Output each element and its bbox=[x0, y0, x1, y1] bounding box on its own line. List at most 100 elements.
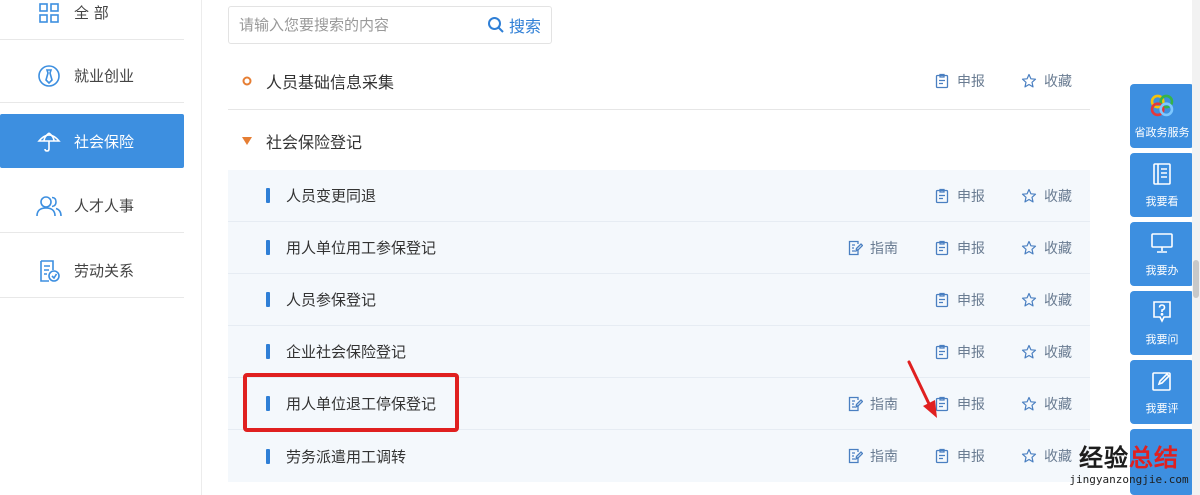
list-item[interactable]: 用人单位用工参保登记 指南 申报 收藏 bbox=[228, 222, 1090, 274]
row-actions: 指南 申报 收藏 bbox=[811, 430, 1072, 482]
sidebar-item-label: 全 部 bbox=[74, 4, 109, 22]
declare-label: 申报 bbox=[957, 344, 985, 361]
favorite-button[interactable]: 收藏 bbox=[1021, 290, 1072, 310]
favorite-button[interactable]: 收藏 bbox=[1021, 238, 1072, 258]
watermark-text-a: 经验 bbox=[1079, 444, 1129, 472]
declare-button[interactable]: 申报 bbox=[934, 342, 985, 362]
search-button[interactable]: 搜索 bbox=[487, 13, 551, 37]
scrollbar-thumb[interactable] bbox=[1193, 260, 1199, 298]
favorite-button[interactable]: 收藏 bbox=[1021, 71, 1072, 91]
search-icon bbox=[487, 16, 509, 34]
umbrella-icon bbox=[36, 128, 62, 154]
category-row[interactable]: 人员基础信息采集 申报 收藏 bbox=[228, 52, 1090, 110]
edit-icon bbox=[1149, 368, 1175, 394]
monitor-icon bbox=[1149, 230, 1175, 256]
panel-label: 省政务服务 bbox=[1134, 126, 1190, 139]
list-item[interactable]: 用人单位退工停保登记 指南 申报 收藏 bbox=[228, 378, 1090, 430]
evaluate-button[interactable]: 我要评 bbox=[1130, 360, 1194, 424]
item-title: 劳务派遣用工调转 bbox=[286, 447, 407, 466]
guide-button[interactable]: 指南 bbox=[847, 394, 898, 414]
item-bullet-bar bbox=[266, 240, 270, 255]
declare-button[interactable]: 申报 bbox=[934, 394, 985, 414]
clipboard-icon bbox=[935, 292, 949, 307]
item-title: 企业社会保险登记 bbox=[286, 343, 407, 361]
favorite-label: 收藏 bbox=[1044, 292, 1072, 309]
watermark-text-b: 总结 bbox=[1129, 444, 1179, 472]
row-actions: 申报 收藏 bbox=[898, 274, 1072, 325]
sidebar-item-all[interactable]: 全 部 bbox=[0, 0, 184, 40]
list-item[interactable]: 企业社会保险登记 申报 收藏 bbox=[228, 326, 1090, 378]
sidebar-item-social-insurance[interactable]: 社会保险 bbox=[0, 114, 184, 168]
category-row-expanded[interactable]: 社会保险登记 bbox=[228, 112, 1090, 170]
question-icon bbox=[1149, 299, 1175, 325]
favorite-button[interactable]: 收藏 bbox=[1021, 342, 1072, 362]
guide-label: 指南 bbox=[870, 396, 898, 413]
favorite-label: 收藏 bbox=[1044, 73, 1072, 90]
panel-label: 我要问 bbox=[1145, 333, 1179, 346]
favorite-button[interactable]: 收藏 bbox=[1021, 186, 1072, 206]
provincial-service-button[interactable]: 省政务服务 bbox=[1130, 84, 1194, 148]
guide-icon bbox=[848, 240, 863, 255]
declare-label: 申报 bbox=[957, 292, 985, 309]
panel-label: 我要办 bbox=[1145, 264, 1179, 277]
declare-button[interactable]: 申报 bbox=[934, 186, 985, 206]
view-button[interactable]: 我要看 bbox=[1130, 153, 1194, 217]
sidebar-item-label: 就业创业 bbox=[74, 67, 135, 85]
declare-button[interactable]: 申报 bbox=[934, 290, 985, 310]
watermark-title: 经验总结 bbox=[1062, 438, 1196, 473]
sidebar-item-talent[interactable]: 人才人事 bbox=[0, 179, 184, 233]
row-actions: 指南 申报 收藏 bbox=[811, 222, 1072, 273]
guide-button[interactable]: 指南 bbox=[847, 238, 898, 258]
declare-label: 申报 bbox=[957, 449, 985, 465]
declare-button[interactable]: 申报 bbox=[934, 238, 985, 258]
sidebar-item-label: 人才人事 bbox=[74, 197, 135, 215]
item-bullet-bar bbox=[266, 292, 270, 307]
declare-label: 申报 bbox=[957, 396, 985, 413]
declare-label: 申报 bbox=[957, 240, 985, 257]
panel-label: 我要评 bbox=[1145, 402, 1179, 415]
star-icon bbox=[1021, 240, 1037, 254]
handle-button[interactable]: 我要办 bbox=[1130, 222, 1194, 286]
guide-button[interactable]: 指南 bbox=[847, 446, 898, 466]
item-title: 人员变更同退 bbox=[286, 187, 377, 205]
star-icon bbox=[1021, 73, 1037, 87]
book-icon bbox=[1149, 161, 1175, 187]
declare-button[interactable]: 申报 bbox=[934, 71, 985, 91]
item-title: 人员参保登记 bbox=[286, 291, 377, 309]
clipboard-icon bbox=[935, 73, 949, 88]
clipboard-icon bbox=[935, 448, 949, 464]
category-title: 人员基础信息采集 bbox=[266, 72, 395, 92]
favorite-button[interactable]: 收藏 bbox=[1021, 394, 1072, 414]
category-title: 社会保险登记 bbox=[266, 133, 363, 152]
clipboard-icon bbox=[935, 240, 949, 255]
search-button-label: 搜索 bbox=[508, 17, 541, 36]
clipboard-icon bbox=[935, 188, 949, 203]
list-item[interactable]: 人员变更同退 申报 收藏 bbox=[228, 170, 1090, 222]
search-bar: 搜索 bbox=[228, 6, 552, 44]
row-actions: 申报 收藏 bbox=[898, 52, 1072, 109]
favorite-label: 收藏 bbox=[1044, 344, 1072, 361]
ask-button[interactable]: 我要问 bbox=[1130, 291, 1194, 355]
list-item[interactable]: 劳务派遣用工调转 指南 申报 收藏 bbox=[228, 430, 1090, 482]
row-actions: 申报 收藏 bbox=[898, 170, 1072, 221]
declare-button[interactable]: 申报 bbox=[934, 446, 985, 466]
item-bullet-bar bbox=[266, 396, 270, 411]
sidebar-item-label: 社会保险 bbox=[74, 132, 135, 151]
declare-label: 申报 bbox=[957, 73, 985, 90]
search-input[interactable] bbox=[229, 7, 487, 43]
floating-service-panel: 省政务服务 我要看 我要办 我要问 我要评 bbox=[1130, 0, 1200, 495]
star-icon bbox=[1021, 188, 1037, 202]
item-title: 用人单位退工停保登记 bbox=[286, 395, 437, 413]
sub-item-list: 人员变更同退 申报 收藏 用人单位用工参保登记 指南 申报 收藏 人员参保登记 … bbox=[228, 170, 1090, 482]
star-icon bbox=[1021, 448, 1037, 463]
sidebar-item-labor-relations[interactable]: 劳动关系 bbox=[0, 244, 184, 298]
page-scrollbar[interactable] bbox=[1192, 0, 1200, 495]
service-list-panel: 搜索 人员基础信息采集 申报 收藏 社会保险登记 人员变更同退 bbox=[228, 0, 1090, 495]
contract-icon bbox=[36, 258, 62, 284]
star-icon bbox=[1021, 396, 1037, 410]
category-sidebar: 全 部 就业创业 社会保险 人才人事 劳动关系 bbox=[0, 0, 202, 495]
list-item[interactable]: 人员参保登记 申报 收藏 bbox=[228, 274, 1090, 326]
favorite-label: 收藏 bbox=[1044, 396, 1072, 413]
item-bullet-bar bbox=[266, 448, 270, 464]
sidebar-item-employment[interactable]: 就业创业 bbox=[0, 49, 184, 103]
